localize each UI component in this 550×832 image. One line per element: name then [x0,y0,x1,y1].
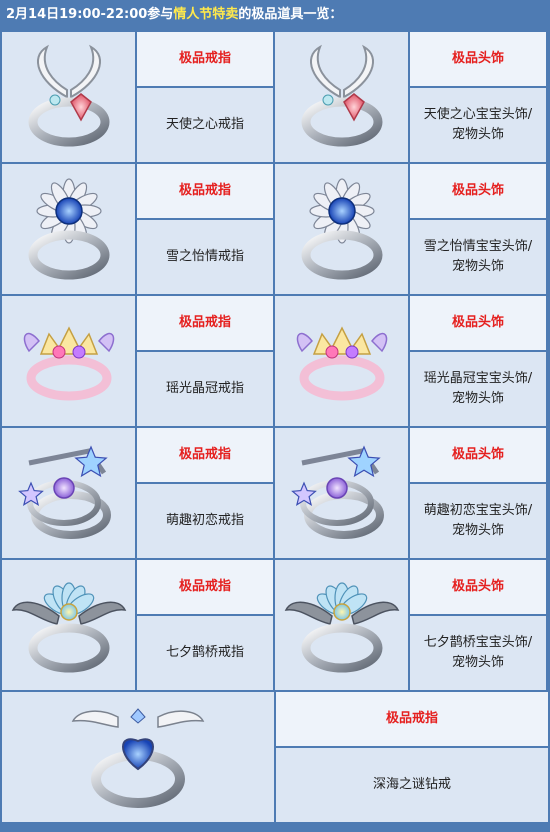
lotus-wing-ring-icon [275,560,408,690]
item-name-line-2: 宠物头饰 [451,523,504,538]
header-date: 2月14日19:00-22:00 [6,7,148,22]
header-bar: 2月14日19:00-22:00参与情人节特卖的极品道具一览： [0,0,550,30]
item-category-label: 极品头饰 [410,296,546,350]
item-image-cell [2,692,274,822]
header-text-1: 参与 [147,7,174,22]
item-name-line-1: 天使之心戒指 [165,117,244,132]
angel-heart-ring-icon [275,32,408,162]
item-name: 萌趣初恋戒指 [137,484,273,558]
item-name-line-1: 七夕鹊桥宝宝头饰/ [423,635,533,650]
item-category-label: 极品戒指 [137,296,273,350]
item-name-line-2: 宠物头饰 [451,391,504,406]
snow-flower-ring-icon [275,164,408,294]
item-name-line-1: 雪之怡情戒指 [165,249,244,264]
item-name-line-2: 宠物头饰 [451,655,504,670]
item-category-label: 极品戒指 [137,560,273,614]
item-name: 瑶光晶冠戒指 [137,352,273,426]
snow-flower-ring-icon [2,164,135,294]
item-category-label: 极品头饰 [410,560,546,614]
star-ring-icon [275,428,408,558]
item-image-cell [2,32,135,162]
item-name: 萌趣初恋宝宝头饰/宠物头饰 [410,484,546,558]
angel-heart-ring-icon [2,32,135,162]
item-category-label: 极品头饰 [410,32,546,86]
item-name-line-1: 萌趣初恋宝宝头饰/ [423,503,533,518]
item-image-cell [275,560,408,690]
item-category-label: 极品头饰 [410,428,546,482]
item-image-cell [2,296,135,426]
item-image-cell [275,296,408,426]
item-image-cell [275,164,408,294]
item-name: 瑶光晶冠宝宝头饰/宠物头饰 [410,352,546,426]
item-name: 七夕鹊桥宝宝头饰/宠物头饰 [410,616,546,690]
item-list-panel: 2月14日19:00-22:00参与情人节特卖的极品道具一览： 极品戒指天使之心… [0,0,550,832]
header-highlight: 情人节特卖 [173,7,239,22]
item-image-cell [2,428,135,558]
star-ring-icon [2,428,135,558]
item-name-line-1: 瑶光晶冠戒指 [165,381,244,396]
item-name-line-1: 瑶光晶冠宝宝头饰/ [423,371,533,386]
item-name-line-2: 宠物头饰 [451,127,504,142]
item-category-label: 极品戒指 [137,32,273,86]
item-name: 七夕鹊桥戒指 [137,616,273,690]
item-name-line-2: 宠物头饰 [451,259,504,274]
item-category-label: 极品戒指 [276,692,548,746]
item-name: 雪之怡情戒指 [137,220,273,294]
item-name: 深海之谜钻戒 [276,748,548,822]
item-name-line-1: 七夕鹊桥戒指 [165,645,244,660]
crown-ring-icon [2,296,135,426]
item-name-line-1: 天使之心宝宝头饰/ [423,107,533,122]
header-text-2: 的极品道具一览： [238,7,343,22]
item-category-label: 极品头饰 [410,164,546,218]
item-name: 雪之怡情宝宝头饰/宠物头饰 [410,220,546,294]
item-name: 天使之心宝宝头饰/宠物头饰 [410,88,546,162]
item-image-cell [275,32,408,162]
item-category-label: 极品戒指 [137,428,273,482]
item-category-label: 极品戒指 [137,164,273,218]
item-image-cell [275,428,408,558]
item-name-line-1: 雪之怡情宝宝头饰/ [423,239,533,254]
winged-diamond-ring-icon [2,692,274,822]
item-image-cell [2,164,135,294]
item-name-line-1: 萌趣初恋戒指 [165,513,244,528]
lotus-wing-ring-icon [2,560,135,690]
crown-ring-icon [275,296,408,426]
item-name: 天使之心戒指 [137,88,273,162]
item-image-cell [2,560,135,690]
